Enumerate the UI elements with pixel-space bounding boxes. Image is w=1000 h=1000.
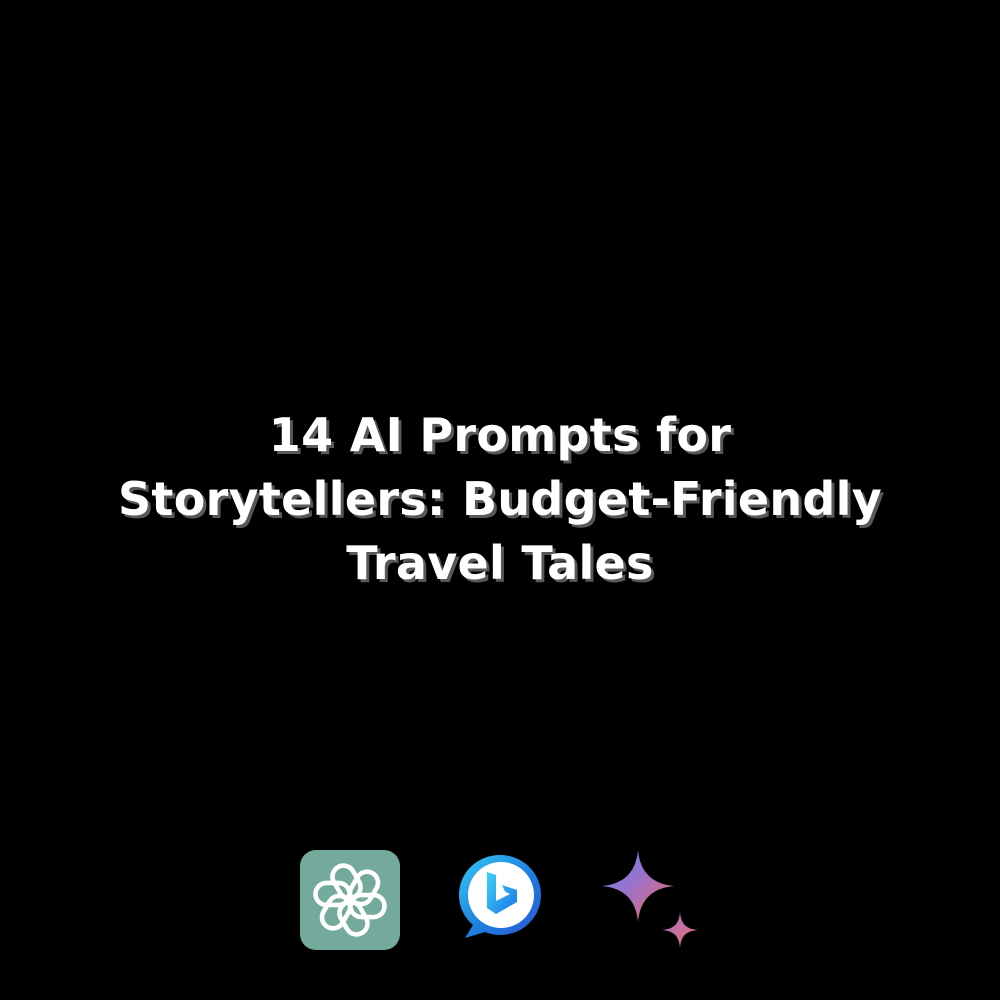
page-title: 14 AI Prompts for Storytellers: Budget-F… [60, 403, 940, 595]
title-line-1: 14 AI Prompts for [268, 408, 732, 462]
title-line-3: Travel Tales [346, 536, 654, 590]
bing-icon [459, 855, 541, 938]
chatgpt-icon [300, 850, 400, 950]
post-canvas: 14 AI Prompts for Storytellers: Budget-F… [0, 0, 1000, 1000]
title-line-2: Storytellers: Budget-Friendly [118, 472, 882, 526]
gemini-icon [602, 850, 698, 948]
